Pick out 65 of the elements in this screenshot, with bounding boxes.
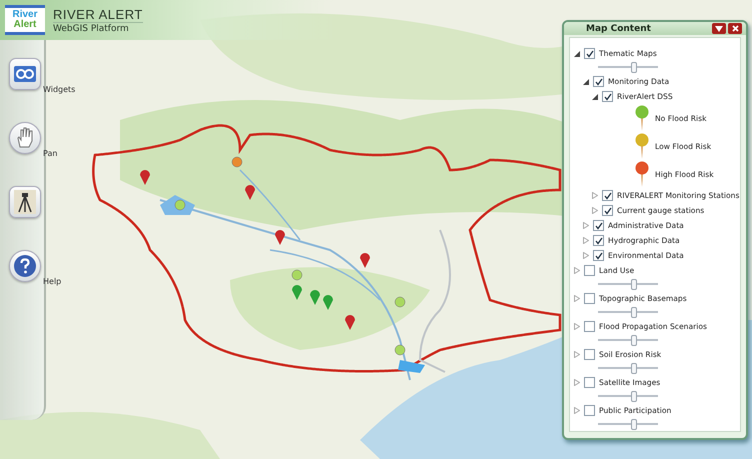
collapse-arrow-icon[interactable] [583,78,589,84]
layer-checkbox[interactable] [602,91,613,102]
close-icon [732,25,738,32]
tool-label: Pan [43,149,58,158]
layer-checkbox[interactable] [584,293,595,304]
expand-arrow-icon[interactable] [583,222,589,229]
layer-checkbox[interactable] [584,405,595,416]
surveyor-icon [14,190,36,214]
map-pin-icon[interactable] [360,253,370,268]
map-pin-icon[interactable] [310,290,320,305]
expand-arrow-icon[interactable] [583,252,589,259]
layer-checkbox[interactable] [593,76,604,87]
layer-checkbox[interactable] [593,250,604,261]
slider-thumb[interactable] [631,391,637,402]
slider-thumb[interactable] [631,62,637,73]
slider-thumb[interactable] [631,335,637,346]
slider-thumb[interactable] [631,307,637,318]
app-subtitle: WebGIS Platform [53,24,130,34]
layer-checkbox[interactable] [593,235,604,246]
widgets-tool-button[interactable] [9,58,41,90]
slider-thumb[interactable] [631,363,637,374]
expand-arrow-icon[interactable] [574,323,580,330]
app-title: RIVER ALERT [53,6,143,22]
map-pin-icon[interactable] [275,230,285,245]
layer-checkbox[interactable] [584,265,595,276]
expand-arrow-icon[interactable] [574,407,580,414]
expand-arrow-icon[interactable] [574,351,580,358]
station-marker-icon[interactable] [394,296,406,308]
map-pin-icon[interactable] [245,185,255,200]
survey-tool-button[interactable] [9,186,41,218]
expand-arrow-icon[interactable] [592,192,598,199]
slider-thumb[interactable] [631,279,637,290]
expand-arrow-icon[interactable] [583,237,589,244]
panel-title: Map Content [586,24,652,34]
lake-area [398,360,425,373]
collapse-arrow-icon[interactable] [574,50,580,56]
layer-checkbox[interactable] [602,205,613,216]
layer-checkbox[interactable] [584,377,595,388]
expand-arrow-icon[interactable] [592,207,598,214]
layer-checkbox[interactable] [584,48,595,59]
tool-label: Widgets [43,85,76,94]
map-pin-icon[interactable] [292,285,302,300]
map-pin-icon[interactable] [345,315,355,330]
tool-label: Help [43,277,62,286]
station-marker-icon[interactable] [394,344,406,356]
caret-down-icon [715,26,723,32]
layer-checkbox[interactable] [602,190,613,201]
collapse-arrow-icon[interactable] [592,94,598,100]
station-marker-icon[interactable] [174,200,186,210]
map-pin-icon[interactable] [140,170,150,185]
station-marker-icon[interactable] [232,156,242,168]
layer-checkbox[interactable] [584,321,595,332]
expand-arrow-icon[interactable] [574,267,580,274]
collapse-button[interactable] [712,23,726,34]
slider-thumb[interactable] [631,419,637,430]
close-button[interactable] [728,23,742,34]
help-icon [13,254,37,278]
logo: River Alert [5,5,45,35]
station-marker-icon[interactable] [292,270,302,280]
layer-checkbox[interactable] [584,349,595,360]
expand-arrow-icon[interactable] [574,379,580,386]
map-pin-icon[interactable] [323,295,333,310]
layer-checkbox[interactable] [593,220,604,231]
expand-arrow-icon[interactable] [574,295,580,302]
hand-icon [15,127,35,149]
